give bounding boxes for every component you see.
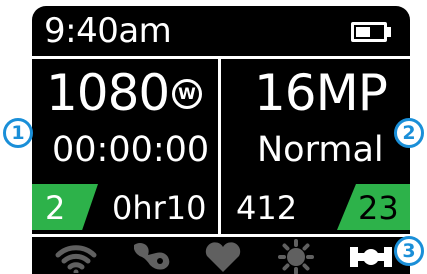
battery-level-fill	[356, 27, 370, 37]
status-bar: 9:40am	[32, 6, 410, 59]
video-resolution: 1080	[46, 64, 170, 122]
camera-display: 9:40am 1080 W 00:00:00 2 0hr10 16MP Norm…	[32, 6, 410, 274]
battery-icon	[351, 22, 387, 42]
heart-rate-icon[interactable]	[204, 241, 242, 273]
wifi-icon[interactable]	[54, 241, 98, 273]
photo-resolution: 16MP	[254, 64, 388, 122]
battery-tip	[387, 27, 391, 37]
callout-3: 3	[394, 236, 424, 266]
ant-sensor-icon[interactable]	[130, 239, 174, 273]
sun-brightness-icon[interactable]	[278, 239, 314, 274]
vertical-divider	[218, 59, 221, 234]
wide-mode-badge: W	[172, 79, 202, 109]
photos-remaining: 412	[236, 189, 298, 227]
photo-count: 23	[358, 189, 399, 227]
photo-mode: Normal	[257, 130, 384, 170]
horizontal-divider	[32, 234, 410, 237]
callout-1: 1	[3, 118, 33, 148]
callout-2: 2	[394, 118, 424, 148]
remaining-record-time: 0hr10	[112, 189, 207, 227]
tempe-sensor-icon[interactable]	[348, 243, 394, 271]
recording-time: 00:00:00	[52, 130, 210, 170]
clock-time: 9:40am	[44, 11, 172, 51]
video-count: 2	[45, 189, 66, 227]
